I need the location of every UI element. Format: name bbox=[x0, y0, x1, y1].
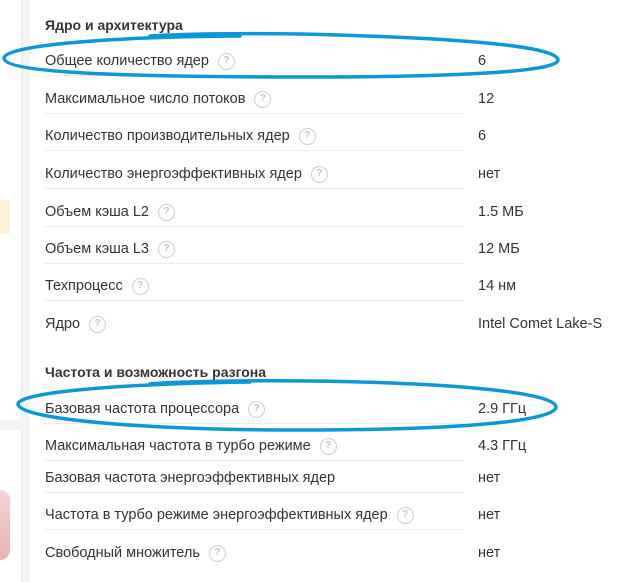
section-title-frequency: Частота и возможность разгона bbox=[45, 364, 267, 380]
spec-row-efficiency-turbo-frequency: Частота в турбо режиме энергоэффективных… bbox=[45, 498, 615, 532]
row-divider bbox=[45, 150, 463, 151]
spec-label: Базовая частота процессора ? bbox=[45, 392, 266, 426]
spec-value: 6 bbox=[478, 53, 487, 69]
specs-page: Ядро и архитектура Общее количество ядер… bbox=[0, 0, 643, 582]
help-icon[interactable]: ? bbox=[396, 506, 414, 524]
left-highlight bbox=[0, 200, 10, 234]
row-divider bbox=[45, 492, 463, 493]
spec-value: 6 bbox=[478, 128, 487, 144]
spec-label-text: Количество энергоэффективных ядер bbox=[45, 166, 302, 182]
row-divider bbox=[45, 188, 463, 189]
help-icon[interactable]: ? bbox=[310, 165, 328, 183]
row-divider bbox=[45, 226, 463, 227]
spec-label: Количество производительных ядер ? bbox=[45, 119, 316, 153]
spec-value: нет bbox=[478, 507, 501, 523]
spec-label: Техпроцесс ? bbox=[45, 269, 149, 303]
row-divider bbox=[45, 529, 463, 530]
spec-value: 1.5 МБ bbox=[478, 204, 524, 220]
row-divider bbox=[45, 113, 463, 114]
help-icon[interactable]: ? bbox=[298, 127, 316, 145]
help-icon[interactable]: ? bbox=[319, 437, 337, 455]
spec-row-l3-cache: Объем кэша L3 ? 12 МБ bbox=[45, 232, 615, 266]
row-divider bbox=[45, 300, 463, 301]
spec-value: Intel Comet Lake-S bbox=[478, 316, 603, 332]
spec-label: Общее количество ядер ? bbox=[45, 44, 235, 78]
spec-label: Максимальное число потоков ? bbox=[45, 82, 272, 116]
spec-row-performance-cores: Количество производительных ядер ? 6 bbox=[45, 119, 615, 153]
spec-label-text: Объем кэша L2 bbox=[45, 204, 149, 220]
spec-label-text: Максимальная частота в турбо режиме bbox=[45, 438, 311, 454]
spec-row-unlocked-multiplier: Свободный множитель ? нет bbox=[45, 536, 615, 570]
spec-row-core-name: Ядро ? Intel Comet Lake-S bbox=[45, 307, 615, 341]
row-divider bbox=[45, 263, 463, 264]
spec-label-text: Техпроцесс bbox=[45, 278, 123, 294]
help-icon[interactable]: ? bbox=[208, 544, 226, 562]
spec-value: 2.9 ГГц bbox=[478, 401, 527, 417]
spec-label-text: Базовая частота процессора bbox=[45, 401, 240, 417]
spec-value: 12 bbox=[478, 91, 495, 107]
spec-label-text: Свободный множитель bbox=[45, 545, 200, 561]
help-icon[interactable]: ? bbox=[158, 203, 175, 221]
spec-value: 12 МБ bbox=[478, 241, 520, 257]
spec-label-text: Количество производительных ядер bbox=[45, 128, 290, 144]
spec-label: Максимальная частота в турбо режиме ? bbox=[45, 429, 337, 463]
spec-value: нет bbox=[478, 166, 501, 182]
spec-row-total-cores: Общее количество ядер ? 6 bbox=[45, 44, 615, 78]
spec-row-efficiency-base-frequency: Базовая частота энергоэффективных ядер н… bbox=[45, 461, 615, 495]
help-icon[interactable]: ? bbox=[248, 400, 266, 418]
row-divider bbox=[45, 423, 463, 424]
spec-label-text: Ядро bbox=[45, 316, 81, 332]
spec-label: Свободный множитель ? bbox=[45, 536, 226, 570]
section-title-core: Ядро и архитектура bbox=[45, 17, 183, 33]
spec-row-process: Техпроцесс ? 14 нм bbox=[45, 269, 615, 303]
spec-label: Объем кэша L2 ? bbox=[45, 195, 175, 229]
spec-label-text: Общее количество ядер bbox=[45, 53, 209, 69]
spec-label-text: Объем кэша L3 bbox=[45, 241, 149, 257]
spec-label: Объем кэша L3 ? bbox=[45, 232, 175, 266]
help-icon[interactable]: ? bbox=[158, 240, 175, 258]
help-icon[interactable]: ? bbox=[217, 52, 235, 70]
spec-value: нет bbox=[478, 470, 501, 486]
spec-value: 4.3 ГГц bbox=[478, 438, 527, 454]
spec-row-base-frequency: Базовая частота процессора ? 2.9 ГГц bbox=[45, 392, 615, 426]
spec-label: Базовая частота энергоэффективных ядер bbox=[45, 461, 335, 495]
spec-row-l2-cache: Объем кэша L2 ? 1.5 МБ bbox=[45, 195, 615, 229]
spec-label: Количество энергоэффективных ядер ? bbox=[45, 157, 328, 191]
spec-value: нет bbox=[478, 545, 501, 561]
help-icon[interactable]: ? bbox=[89, 315, 107, 333]
spec-label-text: Максимальное число потоков bbox=[45, 91, 246, 107]
spec-row-max-threads: Максимальное число потоков ? 12 bbox=[45, 82, 615, 116]
spec-row-efficiency-cores: Количество энергоэффективных ядер ? нет bbox=[45, 157, 615, 191]
spec-label: Ядро ? bbox=[45, 307, 107, 341]
spec-value: 14 нм bbox=[478, 278, 517, 294]
spec-label: Частота в турбо режиме энергоэффективных… bbox=[45, 498, 414, 532]
spec-label-text: Базовая частота энергоэффективных ядер bbox=[45, 470, 336, 486]
spec-label-text: Частота в турбо режиме энергоэффективных… bbox=[45, 507, 388, 523]
spec-row-turbo-frequency: Максимальная частота в турбо режиме ? 4.… bbox=[45, 429, 615, 463]
row-divider bbox=[45, 75, 463, 76]
left-product-thumbnail[interactable] bbox=[0, 490, 10, 560]
help-icon[interactable]: ? bbox=[131, 277, 149, 295]
help-icon[interactable]: ? bbox=[254, 90, 272, 108]
